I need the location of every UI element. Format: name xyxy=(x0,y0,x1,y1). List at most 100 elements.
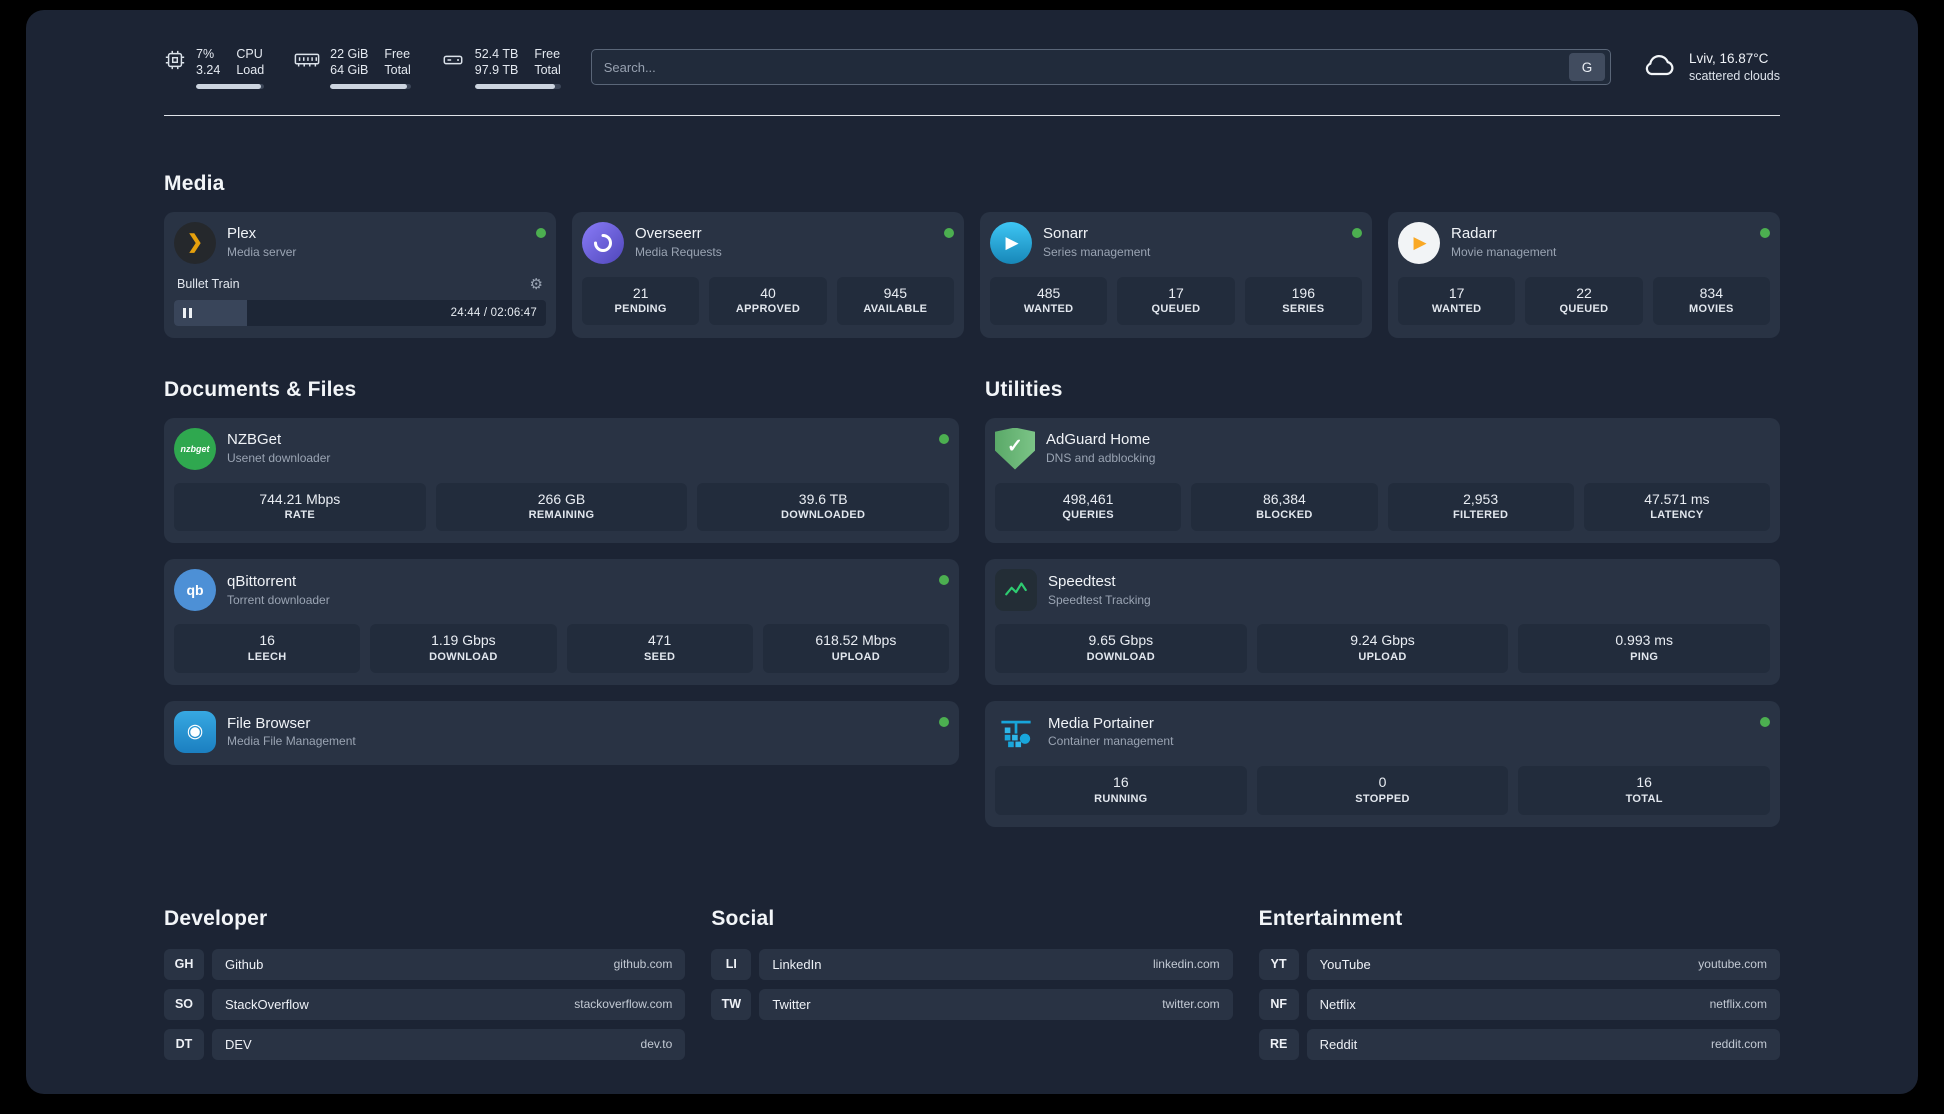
ram-progress-bar xyxy=(330,83,411,89)
weather-location: Lviv, 16.87°C xyxy=(1688,50,1769,66)
search-bar: G xyxy=(590,49,1611,86)
top-bar: 7% 3.24 CPU Load 22 GiB 64 GiB Free Tota… xyxy=(164,46,1780,89)
service-name: Speedtest xyxy=(1048,572,1116,590)
status-dot xyxy=(536,227,546,238)
bookmark-stackoverflow[interactable]: SO StackOverflow stackoverflow.com xyxy=(164,988,686,1020)
service-card-filebrowser[interactable]: ◉ File Browser Media File Management xyxy=(164,700,959,765)
stat-tile: 0 STOPPED xyxy=(1256,765,1509,815)
stat-tile: 9.65 Gbps DOWNLOAD xyxy=(995,624,1247,673)
service-name: AdGuard Home xyxy=(1046,431,1151,449)
bookmark-url: github.com xyxy=(613,957,673,972)
memory-icon xyxy=(294,49,320,76)
header-divider xyxy=(164,114,1780,116)
nzbget-icon: nzbget xyxy=(174,427,216,470)
bookmark-url: twitter.com xyxy=(1162,997,1220,1012)
service-subtitle: Movie management xyxy=(1451,244,1557,259)
bookmark-url: reddit.com xyxy=(1710,1037,1767,1052)
service-card-portainer[interactable]: Media Portainer Container management 16 R… xyxy=(985,700,1780,827)
stat-tile: 485 WANTED xyxy=(990,276,1108,326)
stat-tile: 9.24 Gbps UPLOAD xyxy=(1256,624,1509,673)
stat-tile: 498,461 QUERIES xyxy=(995,482,1182,532)
playback-time: 24:44 / 02:06:47 xyxy=(450,306,537,319)
service-subtitle: Speedtest Tracking xyxy=(1048,592,1151,607)
bookmark-linkedin[interactable]: LI LinkedIn linkedin.com xyxy=(711,948,1233,980)
bookmark-url: youtube.com xyxy=(1698,957,1767,972)
bookmark-abbr: YT xyxy=(1258,948,1299,980)
section-title-media: Media xyxy=(164,171,225,195)
stat-tile: 21 PENDING xyxy=(582,276,700,326)
bookmark-abbr: SO xyxy=(164,988,204,1020)
stat-tile: 16 LEECH xyxy=(174,624,361,673)
status-dot xyxy=(939,433,949,444)
stat-tile: 22 QUEUED xyxy=(1525,276,1643,326)
disk-total-value: 97.9 TB xyxy=(474,63,519,78)
service-card-nzbget[interactable]: nzbget NZBGet Usenet downloader 744.21 M… xyxy=(164,417,959,544)
cpu-load-value: 3.24 xyxy=(196,63,221,78)
weather-condition: scattered clouds xyxy=(1688,68,1780,83)
plex-player-bar[interactable]: 24:44 / 02:06:47 xyxy=(174,299,546,326)
bookmark-url: linkedin.com xyxy=(1152,957,1220,972)
disk-free-value: 52.4 TB xyxy=(474,47,519,61)
ram-free-value: 22 GiB xyxy=(330,47,369,61)
speedtest-icon xyxy=(995,569,1037,612)
bookmark-name: Github xyxy=(225,956,264,972)
bookmark-abbr: TW xyxy=(711,988,752,1020)
service-subtitle: Media Requests xyxy=(635,244,722,259)
service-subtitle: Media server xyxy=(227,244,297,259)
status-dot xyxy=(939,575,949,586)
bookmark-github[interactable]: GH Github github.com xyxy=(164,948,686,980)
ram-total-label: Total xyxy=(384,63,411,78)
stat-tile: 47.571 ms LATENCY xyxy=(1583,482,1770,532)
portainer-icon xyxy=(995,711,1037,753)
stat-tile: 0.993 ms PING xyxy=(1518,624,1771,673)
disk-progress-bar xyxy=(474,83,561,89)
service-card-plex[interactable]: ❯ Plex Media server Bullet Train ⚙ 24:44… xyxy=(164,211,556,338)
cpu-label: CPU xyxy=(236,47,263,61)
service-subtitle: Media File Management xyxy=(227,734,356,749)
bookmark-reddit[interactable]: RE Reddit reddit.com xyxy=(1258,1028,1780,1060)
service-name: Overseerr xyxy=(635,225,702,243)
service-card-overseerr[interactable]: Overseerr Media Requests 21 PENDING 40 APP… xyxy=(572,211,964,338)
stat-tile: 945 AVAILABLE xyxy=(836,276,954,326)
search-input[interactable] xyxy=(603,59,1569,75)
bookmark-url: netflix.com xyxy=(1709,997,1767,1012)
pause-icon[interactable] xyxy=(183,307,192,318)
section-title-entertainment: Entertainment xyxy=(1258,906,1403,930)
search-engine-button[interactable]: G xyxy=(1568,53,1605,82)
bookmark-dev[interactable]: DT DEV dev.to xyxy=(164,1028,686,1060)
service-subtitle: Torrent downloader xyxy=(227,592,330,607)
service-card-qbittorrent[interactable]: qb qBittorrent Torrent downloader 16 LEEC… xyxy=(164,559,959,685)
stat-tile: 1.19 Gbps DOWNLOAD xyxy=(370,624,557,673)
service-card-adguard[interactable]: ✓ AdGuard Home DNS and adblocking 498,46… xyxy=(985,417,1780,544)
stat-tile: 16 RUNNING xyxy=(995,765,1247,815)
service-subtitle: DNS and adblocking xyxy=(1046,450,1156,465)
gear-icon[interactable]: ⚙ xyxy=(530,275,543,293)
stat-tile: 744.21 Mbps RATE xyxy=(174,482,426,532)
status-dot xyxy=(939,716,949,727)
qbittorrent-icon: qb xyxy=(174,569,216,612)
bookmark-netflix[interactable]: NF Netflix netflix.com xyxy=(1258,988,1780,1020)
status-dot xyxy=(1760,716,1770,727)
service-card-radarr[interactable]: ▶ Radarr Movie management 17 WANTED 22 QUE… xyxy=(1388,211,1780,338)
service-card-speedtest[interactable]: Speedtest Speedtest Tracking 9.65 Gbps DO… xyxy=(985,559,1780,685)
bookmark-twitter[interactable]: TW Twitter twitter.com xyxy=(711,988,1233,1020)
bookmark-youtube[interactable]: YT YouTube youtube.com xyxy=(1258,948,1780,980)
radarr-icon: ▶ xyxy=(1398,221,1440,264)
cloud-icon xyxy=(1641,52,1677,83)
service-card-sonarr[interactable]: ▶ Sonarr Series management 485 WANTED 17 Q… xyxy=(980,211,1372,338)
bookmark-url: stackoverflow.com xyxy=(574,997,673,1012)
disk-widget: 52.4 TB 97.9 TB Free Total xyxy=(441,46,561,89)
section-title-utilities: Utilities xyxy=(985,377,1063,401)
stat-tile: 39.6 TB DOWNLOADED xyxy=(697,482,950,532)
ram-free-label: Free xyxy=(384,47,411,61)
bookmark-name: Twitter xyxy=(772,996,811,1012)
now-playing-title: Bullet Train xyxy=(177,276,240,291)
service-name: Media Portainer xyxy=(1048,714,1154,732)
adguard-icon: ✓ xyxy=(995,427,1035,470)
service-name: Radarr xyxy=(1451,225,1497,243)
bookmark-abbr: DT xyxy=(164,1028,204,1060)
cpu-widget: 7% 3.24 CPU Load xyxy=(164,46,265,89)
weather-widget[interactable]: Lviv, 16.87°C scattered clouds xyxy=(1641,50,1780,85)
disk-free-label: Free xyxy=(534,47,561,61)
stat-tile: 17 WANTED xyxy=(1398,276,1516,326)
